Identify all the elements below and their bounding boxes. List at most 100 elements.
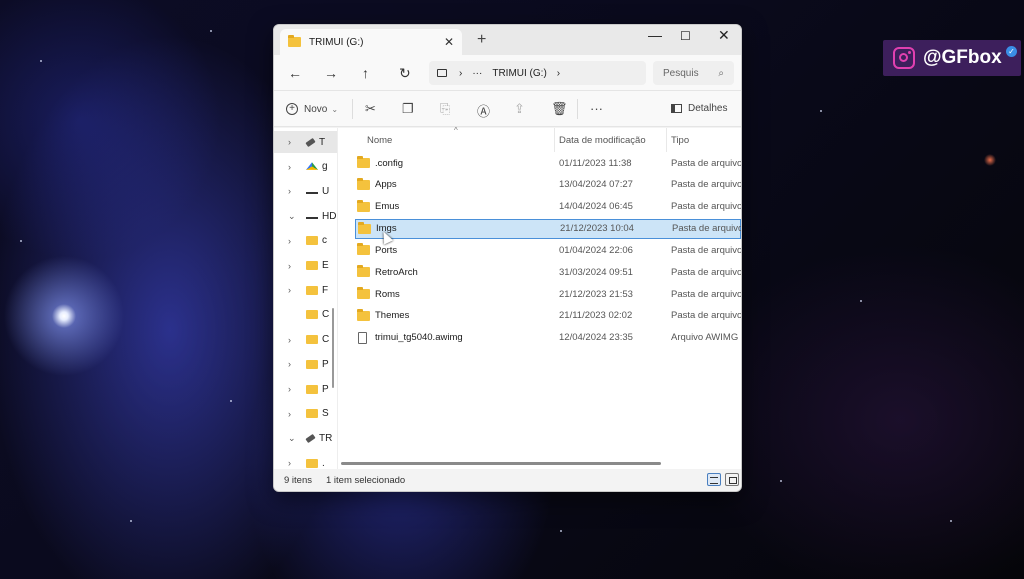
tiles-view-button[interactable] <box>725 473 739 486</box>
search-icon: ⌕ <box>718 67 724 79</box>
sidebar-item[interactable]: › C <box>274 329 337 351</box>
file-row[interactable]: Emus 14/04/2024 06:45 Pasta de arquivos <box>355 197 741 217</box>
rename-button[interactable]: Ⓐ <box>477 101 490 120</box>
details-view-button[interactable] <box>707 473 721 486</box>
expand-chevron-icon[interactable]: › <box>288 409 300 419</box>
horizontal-scrollbar[interactable] <box>341 462 661 465</box>
sidebar-item[interactable]: C <box>274 304 337 326</box>
file-row[interactable]: Ports 01/04/2024 22:06 Pasta de arquivos <box>355 240 741 260</box>
back-button[interactable]: ← <box>288 65 302 81</box>
sidebar-item[interactable]: › S <box>274 403 337 425</box>
tab-close-icon[interactable]: ✕ <box>444 35 454 49</box>
details-button[interactable]: Detalhes <box>671 103 727 114</box>
sidebar-item[interactable]: ⌄ HD <box>274 205 337 227</box>
file-name: trimui_tg5040.awimg <box>375 332 463 344</box>
more-options-button[interactable]: ··· <box>590 101 603 116</box>
close-button[interactable]: ✕ <box>718 27 730 44</box>
cut-button[interactable]: ✂ <box>365 101 376 117</box>
file-row[interactable]: Themes 21/11/2023 02:02 Pasta de arquivos <box>355 306 741 326</box>
social-handle: @GFbox <box>923 47 1002 68</box>
expand-chevron-icon[interactable]: › <box>288 458 300 468</box>
address-bar[interactable]: › ··· TRIMUI (G:) › <box>429 61 646 85</box>
folder-icon <box>357 287 370 300</box>
copy-button[interactable]: ❐ <box>402 101 414 117</box>
details-pane-icon <box>671 104 682 113</box>
expand-chevron-icon[interactable]: › <box>288 285 300 295</box>
folder-icon <box>306 458 318 468</box>
address-ellipsis[interactable]: ··· <box>472 68 482 79</box>
column-type[interactable]: Tipo <box>671 135 689 146</box>
share-button[interactable]: ⇪ <box>514 101 525 117</box>
column-divider[interactable] <box>666 128 667 152</box>
details-label: Detalhes <box>688 103 728 114</box>
sidebar-item[interactable]: › P <box>274 378 337 400</box>
sidebar-item[interactable]: ›. <box>274 452 337 469</box>
sidebar-item[interactable]: › E <box>274 255 337 277</box>
folder-icon <box>306 335 318 345</box>
file-row[interactable]: RetroArch 31/03/2024 09:51 Pasta de arquiv… <box>355 262 741 282</box>
expand-chevron-icon[interactable]: › <box>288 359 300 369</box>
address-location[interactable]: TRIMUI (G:) <box>492 68 546 79</box>
column-divider[interactable] <box>554 128 555 152</box>
expand-chevron-icon[interactable]: › <box>288 384 300 394</box>
paste-button[interactable]: ⎘ <box>440 101 450 117</box>
file-row[interactable]: Imgs 21/12/2023 10:04 Pasta de arquivos <box>355 218 741 239</box>
expand-chevron-icon[interactable]: › <box>288 335 300 345</box>
gdrive-icon <box>306 162 318 170</box>
file-date: 12/04/2024 23:35 <box>559 332 633 344</box>
navigation-pane-scrollbar[interactable] <box>332 308 334 388</box>
new-tab-button[interactable]: + <box>477 31 486 49</box>
instagram-icon <box>893 47 915 69</box>
folder-icon <box>288 35 301 47</box>
sidebar-item[interactable]: › F <box>274 279 337 301</box>
file-name: Ports <box>375 244 398 256</box>
new-button[interactable]: + Novo ⌄ <box>286 103 338 115</box>
expand-chevron-icon[interactable]: › <box>288 162 300 172</box>
command-bar: + Novo ⌄ ✂ ❐ ⎘ Ⓐ ⇪ 🗑 ··· Detalhes <box>274 91 741 127</box>
delete-button[interactable]: 🗑 <box>551 101 568 117</box>
column-date[interactable]: Data de modificação <box>559 135 646 146</box>
sidebar-item-label: . <box>322 457 325 469</box>
file-type: Pasta de arquivos <box>671 201 742 213</box>
folder-icon <box>306 261 318 270</box>
sidebar-item[interactable]: › U <box>274 180 337 202</box>
minimize-button[interactable]: — <box>648 27 662 43</box>
sidebar-item[interactable]: › P <box>274 353 337 375</box>
expand-chevron-icon[interactable]: › <box>288 137 300 147</box>
up-button[interactable]: ↑ <box>362 65 369 81</box>
file-row[interactable]: Apps 13/04/2024 07:27 Pasta de arquivos <box>355 175 741 195</box>
sidebar-item[interactable]: › c <box>274 230 337 252</box>
expand-chevron-icon[interactable]: ⌄ <box>288 211 300 222</box>
drive-icon <box>306 188 318 195</box>
file-icon <box>358 331 367 344</box>
sidebar-item-label: c <box>322 235 327 247</box>
file-name: RetroArch <box>375 266 418 278</box>
sidebar-item[interactable]: › T <box>274 131 337 153</box>
search-input[interactable]: Pesquis ⌕ <box>653 61 734 85</box>
column-name[interactable]: Nome <box>367 135 392 146</box>
address-chevron-end[interactable]: › <box>557 68 560 79</box>
sidebar-item-label: TR <box>319 432 333 444</box>
maximize-button[interactable]: ☐ <box>680 29 691 43</box>
sidebar-item-label: S <box>322 408 329 420</box>
refresh-button[interactable]: ↻ <box>399 65 411 82</box>
file-type: Pasta de arquivos <box>671 288 742 300</box>
expand-chevron-icon[interactable]: › <box>288 261 300 271</box>
sidebar-item[interactable]: › g <box>274 156 337 178</box>
sidebar-item-label: P <box>322 383 329 395</box>
address-chevron[interactable]: › <box>459 68 462 79</box>
forward-button[interactable]: → <box>324 65 338 81</box>
file-row[interactable]: .config 01/11/2023 11:38 Pasta de arquivos <box>355 153 741 173</box>
sidebar-item[interactable]: ⌄ TR <box>274 427 337 449</box>
expand-chevron-icon[interactable]: › <box>288 186 300 196</box>
file-row[interactable]: Roms 21/12/2023 21:53 Pasta de arquivos <box>355 284 741 304</box>
tab-trimui[interactable]: TRIMUI (G:) ✕ <box>280 29 462 55</box>
expand-chevron-icon[interactable]: ⌄ <box>288 433 300 444</box>
expand-chevron-icon[interactable]: › <box>288 236 300 246</box>
sidebar-item-label: P <box>322 358 329 370</box>
sidebar-item-label: g <box>322 161 328 173</box>
file-name: Roms <box>375 288 400 300</box>
selection-count: 1 item selecionado <box>326 475 406 486</box>
file-row[interactable]: trimui_tg5040.awimg 12/04/2024 23:35 Arqui… <box>355 328 741 348</box>
tab-title: TRIMUI (G:) <box>309 36 364 48</box>
